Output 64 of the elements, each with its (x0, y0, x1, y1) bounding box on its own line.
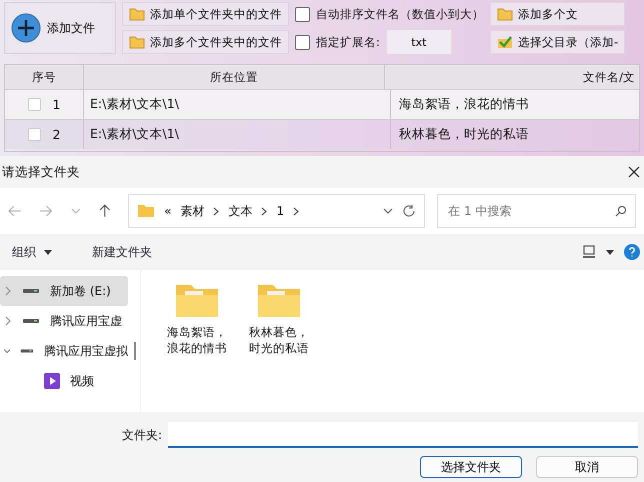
folder-icon (137, 204, 156, 218)
table-cell: 海岛絮语，浪花的情书 (399, 96, 529, 113)
row-checkbox[interactable] (28, 128, 41, 141)
chevron-right-icon (261, 206, 268, 216)
refresh-icon[interactable] (402, 204, 416, 218)
breadcrumb-item[interactable]: 文本 (228, 202, 252, 220)
drive-icon (22, 318, 40, 324)
chevron-right-icon (213, 206, 220, 216)
row-checkbox[interactable] (28, 98, 41, 111)
checkbox[interactable] (295, 34, 310, 50)
row-number: 2 (52, 127, 60, 142)
dropdown-icon (44, 250, 52, 254)
breadcrumb-item[interactable]: 1 (276, 204, 284, 218)
folder-icon (175, 282, 219, 318)
row-number: 1 (52, 97, 60, 112)
chevron-down-icon[interactable] (383, 208, 394, 214)
plus-icon (11, 13, 41, 43)
chevron-right-icon (293, 206, 300, 216)
folder-item[interactable]: 秋林暮色， 时光的私语 (245, 282, 313, 356)
breadcrumb-item[interactable]: 素材 (180, 202, 204, 220)
video-icon (44, 373, 60, 389)
folder-icon (129, 35, 145, 49)
close-icon[interactable] (628, 166, 640, 178)
folder-icon (257, 282, 301, 318)
option-label: 指定扩展名: (316, 34, 380, 50)
dialog-button[interactable]: 取消 (536, 456, 638, 478)
table-cell: E:\素材\文本\1\ (90, 96, 179, 113)
tree-item[interactable]: 腾讯应用宝虚拟 (0, 336, 128, 366)
checkmark-icon (497, 35, 513, 49)
command-button[interactable]: 新建文件夹 (86, 242, 158, 262)
help-icon[interactable] (624, 244, 640, 260)
dialog-title: 请选择文件夹 (2, 164, 80, 180)
folder-item[interactable]: 海岛絮语， 浪花的情书 (163, 282, 231, 356)
toolbar-button[interactable]: 选择父目录（添加- (490, 30, 626, 54)
toolbar-button[interactable]: 添加多个文件夹中的文件 (122, 30, 289, 54)
search-box[interactable]: 在 1 中搜索 (437, 194, 636, 228)
option-label: 自动排序文件名（数值小到大） (316, 6, 484, 22)
add-file-button[interactable]: 添加文件 (4, 2, 116, 54)
overflow-chevrons[interactable]: « (164, 204, 172, 218)
folder-icon (497, 7, 513, 21)
drive-icon (22, 288, 40, 294)
column-header[interactable]: 文件名/文 (385, 65, 639, 89)
drive-icon (20, 348, 34, 354)
extension-field[interactable]: txt (386, 29, 452, 55)
monitor-icon[interactable] (582, 245, 596, 259)
dialog-button[interactable]: 选择文件夹 (420, 456, 522, 478)
dropdown-icon[interactable] (606, 250, 614, 254)
chevron-icon[interactable] (4, 346, 10, 356)
command-button[interactable]: 组织 (6, 242, 58, 262)
tree-item[interactable]: 新加卷 (E:) (0, 276, 128, 306)
checkbox[interactable] (295, 6, 310, 22)
search-icon (615, 205, 627, 217)
tree-item[interactable]: 视频 (0, 366, 128, 396)
address-bar[interactable]: « 素材 文本 1 (128, 194, 426, 228)
toolbar-button[interactable]: 添加单个文件夹中的文件 (122, 2, 289, 26)
field-label: 文件夹: (122, 426, 162, 444)
up-arrow-icon[interactable] (98, 204, 110, 218)
table-cell: E:\素材\文本\1\ (90, 126, 179, 143)
table-cell: 秋林暮色，时光的私语 (399, 126, 529, 143)
folder-name-field[interactable] (168, 422, 638, 448)
folder-icon (129, 7, 145, 21)
chevron-icon[interactable] (4, 316, 12, 326)
tree-item[interactable]: 腾讯应用宝虚 (0, 306, 128, 336)
toolbar-button[interactable]: 添加多个文 (490, 2, 626, 26)
